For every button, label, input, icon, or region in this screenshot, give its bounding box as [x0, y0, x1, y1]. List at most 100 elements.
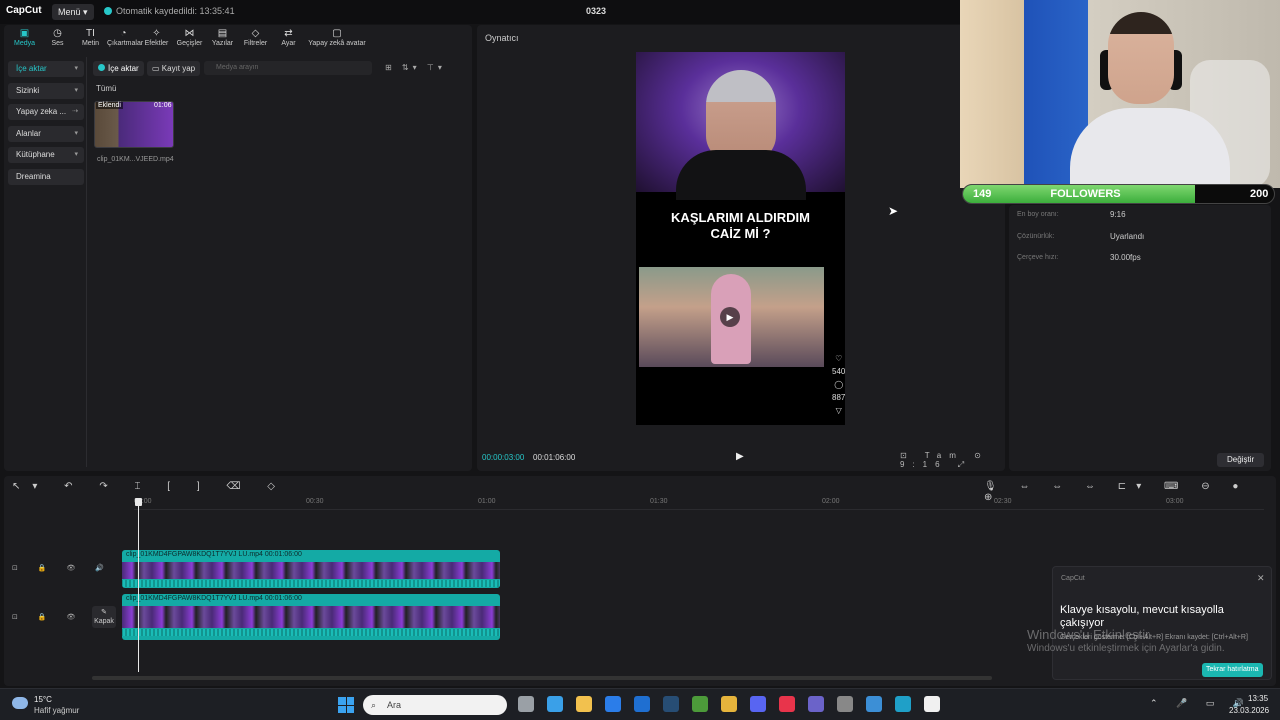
store-icon[interactable]: [605, 696, 621, 712]
track-controls[interactable]: ⊡ 🔒 👁 🔊 ⋯: [12, 564, 140, 572]
tab-text[interactable]: TI Metin: [74, 25, 107, 51]
player-tools[interactable]: ⊡ Tam ⊙ 9:16 ⤢: [900, 451, 1005, 470]
desktop-icon[interactable]: [547, 696, 563, 712]
timeline-ruler[interactable]: [134, 496, 1264, 510]
tab-media[interactable]: ▣ Medya: [8, 25, 41, 51]
detail-key: Çözünürlük:: [1017, 232, 1055, 240]
chevron-down-icon: ▾: [74, 86, 78, 94]
teams-icon[interactable]: [808, 696, 824, 712]
chevron-down-icon: ⇢: [72, 108, 78, 115]
tab-adjust[interactable]: ⇄ Ayar: [272, 25, 305, 51]
playhead[interactable]: [138, 500, 139, 672]
cover-button[interactable]: ✎ Kapak: [92, 606, 116, 628]
app-icon[interactable]: [837, 696, 853, 712]
cloud-saved-icon: [104, 7, 112, 15]
import-icon: [98, 64, 105, 71]
vpn-icon[interactable]: [866, 696, 882, 712]
search-icon: ⌕: [371, 700, 377, 710]
weather-icon[interactable]: [12, 697, 28, 709]
capcut-icon[interactable]: [924, 696, 940, 712]
import-button[interactable]: İçe aktar: [93, 61, 144, 76]
tab-captions[interactable]: ▤ Yazılar: [206, 25, 239, 51]
clip-filename: clip_01KM...VJEED.mp4: [97, 156, 174, 163]
captions-icon: ▤: [217, 28, 228, 39]
streamer-face-image: [1108, 12, 1174, 104]
timeline-scrollbar[interactable]: [92, 676, 992, 680]
media-search-input[interactable]: Medya arayın: [204, 61, 372, 75]
sidebar-item[interactable]: İçe aktar ▾: [8, 61, 84, 77]
record-icon: ▭: [152, 64, 162, 73]
tab-label: Yapay zekâ avatar: [308, 40, 366, 47]
play-button[interactable]: ▶: [736, 451, 744, 462]
caption-line-2: CAİZ Mİ ?: [710, 226, 771, 241]
clip-duration: 01:06: [154, 102, 172, 109]
tab-label: Geçişler: [176, 40, 203, 47]
weather-desc[interactable]: Hafif yağmur: [34, 706, 79, 715]
timeline-tick: 01:30: [650, 498, 668, 505]
social-icon: ▽: [835, 406, 842, 415]
social-icon: ◯: [834, 380, 844, 389]
video-preview[interactable]: KAŞLARIMI ALDIRDIM CAİZ Mİ ? ▶ ♡ 540 ◯ 887 ▽: [636, 52, 845, 425]
timeline-tools[interactable]: ↖▾ ↶ ↷ ⌶ [ ] ⌫ ◇: [12, 481, 287, 492]
activation-watermark-sub: Windows'u etkinleştirmek için Ayarlar'a …: [1027, 643, 1225, 654]
detail-value: 9:16: [1110, 210, 1126, 219]
track-controls[interactable]: ⊡ 🔒 👁 🔊 ⋯: [12, 613, 140, 621]
detail-key: En boy oranı:: [1017, 211, 1059, 218]
chevron-down-icon: ▾: [74, 129, 78, 137]
tab-transitions[interactable]: ⋈ Geçişler: [173, 25, 206, 51]
outlook-icon[interactable]: [634, 696, 650, 712]
edge-icon[interactable]: [895, 696, 911, 712]
close-icon[interactable]: ✕: [1257, 573, 1265, 584]
dont-remind-button[interactable]: Tekrar hatırlatma: [1202, 663, 1263, 677]
cover-label: Kapak: [94, 618, 114, 625]
playhead-handle[interactable]: [135, 498, 142, 506]
transitions-icon: ⋈: [184, 28, 195, 39]
minecraft-icon[interactable]: [692, 696, 708, 712]
followers-goal-bar: 149 FOLLOWERS 200: [962, 184, 1275, 204]
tab-sticker[interactable]: ◔ Çıkartmalar: [107, 25, 143, 51]
steam-icon[interactable]: [663, 696, 679, 712]
webcam-overlay: [960, 0, 1280, 188]
sidebar-item[interactable]: Kütüphane ▾: [8, 147, 84, 163]
all-filter-label[interactable]: Tümü: [96, 84, 116, 93]
taskview-icon[interactable]: [518, 696, 534, 712]
start-button[interactable]: [338, 697, 354, 713]
clip-filmstrip: [122, 562, 500, 579]
record-button[interactable]: ▭ Kayıt yap: [147, 61, 201, 76]
change-button[interactable]: Değiştir: [1217, 453, 1265, 467]
tab-ai-avatar[interactable]: ▢ Yapay zekâ avatar: [305, 25, 369, 51]
sidebar-item-label: Sizinki: [16, 85, 40, 95]
clip-filmstrip: [122, 606, 500, 628]
taskbar-search-text: Ara: [387, 700, 402, 710]
menu-button[interactable]: Menü ▾: [52, 4, 94, 20]
explorer-icon[interactable]: [576, 696, 592, 712]
tab-effects[interactable]: ✧ Efektler: [140, 25, 173, 51]
sidebar-item[interactable]: Alanlar ▾: [8, 125, 84, 142]
taskbar-search-input[interactable]: ⌕ Ara: [363, 695, 507, 715]
clock-time[interactable]: 13:35: [1248, 694, 1268, 703]
discord-icon[interactable]: [750, 696, 766, 712]
sidebar-item-label: Alanlar: [16, 128, 41, 138]
chrome-icon[interactable]: [721, 696, 737, 712]
clock-date[interactable]: 23.03.2026: [1229, 706, 1269, 715]
tab-audio[interactable]: ◷ Ses: [41, 25, 74, 51]
detail-key: Çerçeve hızı:: [1017, 254, 1059, 261]
sidebar-divider: [86, 57, 87, 467]
tab-label: Metin: [81, 40, 100, 47]
menu-label: Menü: [58, 7, 81, 17]
weather-temp[interactable]: 15°C: [34, 695, 52, 704]
sidebar-item[interactable]: Dreamina: [8, 168, 84, 185]
main-track-clip[interactable]: clip_01KMD4FGPAW8KDQ1T7YVJ LU.mp4 00:01:…: [122, 594, 500, 640]
sidebar-item[interactable]: Sizinki ▾: [8, 82, 84, 99]
sidebar-item-label: Dreamina: [16, 171, 51, 181]
details-panel: En boy oranı: 9:16 Çözünürlük: Uyarlandı Çer…: [1009, 205, 1271, 471]
media-player-icon[interactable]: [779, 696, 795, 712]
view-filter-icons[interactable]: ⊞ ⇅▾ ⊤▾: [385, 63, 446, 72]
player-title: Oynatıcı: [485, 33, 519, 43]
sidebar-item-label: İçe aktar: [16, 64, 47, 73]
tab-filters[interactable]: ◇ Filtreler: [239, 25, 272, 51]
clip-waveform: [122, 629, 500, 636]
timeline-clip[interactable]: clip_01KMD4FGPAW8KDQ1T7YVJ LU.mp4 00:01:…: [122, 550, 500, 588]
ai-avatar-icon: ▢: [332, 28, 342, 39]
sidebar-item[interactable]: Yapay zeka ... ⇢: [8, 104, 84, 120]
